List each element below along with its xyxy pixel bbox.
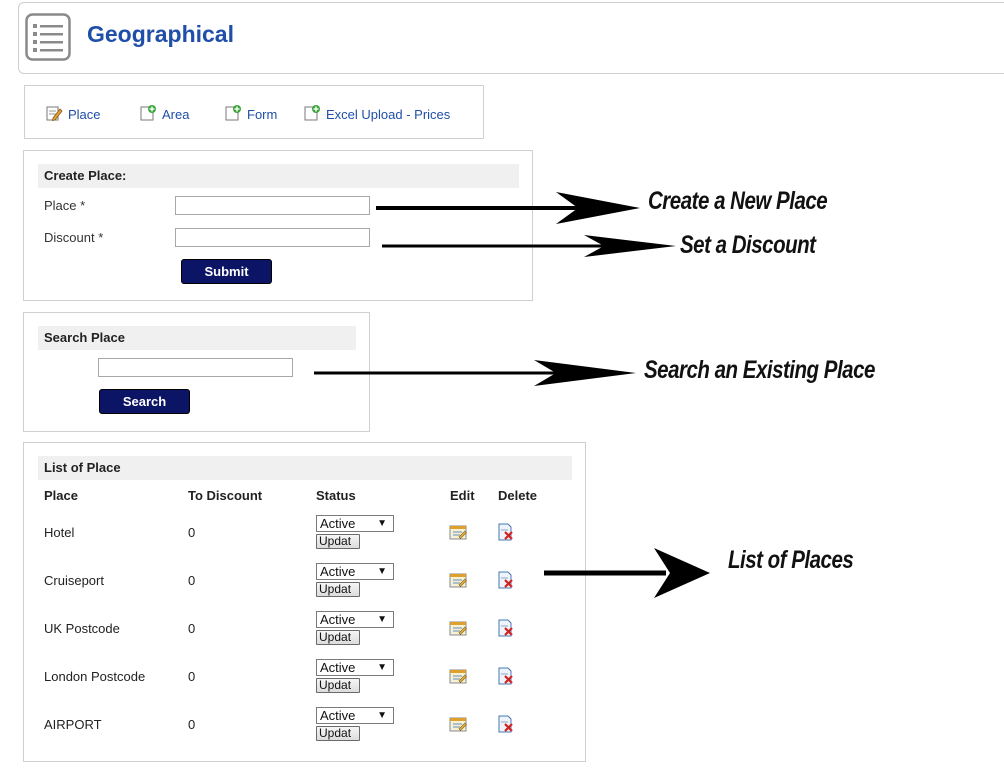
arrow-list-places: [544, 548, 710, 598]
annotation-search-place: Search an Existing Place: [644, 356, 875, 384]
annotation-create-place: Create a New Place: [648, 187, 828, 215]
arrow-create-place: [376, 192, 640, 224]
arrow-set-discount: [382, 235, 676, 257]
annotation-list-places: List of Places: [728, 546, 854, 574]
annotation-set-discount: Set a Discount: [680, 231, 816, 259]
arrow-search-place: [314, 360, 636, 386]
